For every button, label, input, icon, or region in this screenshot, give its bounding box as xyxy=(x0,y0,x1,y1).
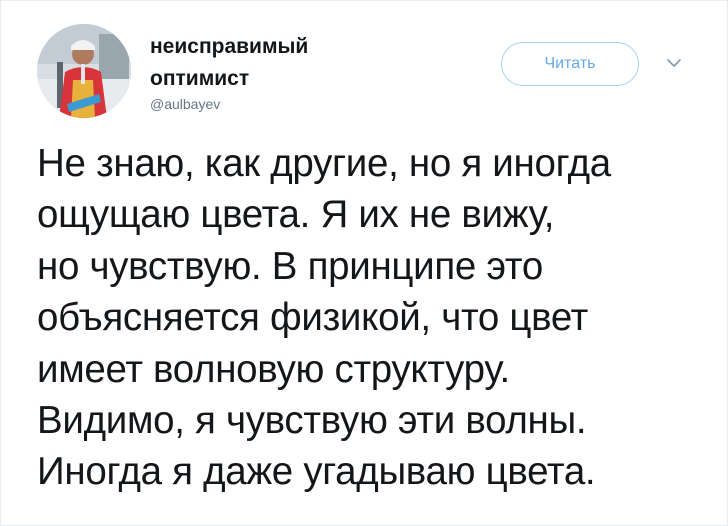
avatar-photo xyxy=(37,24,131,118)
tweet-line: Видимо, я чувствую эти волны. xyxy=(37,399,587,443)
tweet-line: ощущаю цвета. Я их не вижу, xyxy=(37,193,555,237)
follow-button[interactable]: Читать xyxy=(501,42,639,86)
chevron-down-icon[interactable] xyxy=(664,56,684,70)
tweet-text: Не знаю, как другие, но я иногда ощущаю … xyxy=(37,138,717,498)
tweet-line: Иногда я даже угадываю цвета. xyxy=(37,450,596,494)
author-name[interactable]: неисправимый оптимист xyxy=(150,31,380,95)
tweet-line: Не знаю, как другие, но я иногда xyxy=(37,142,611,185)
tweet-line: но чувствую. В принципе это xyxy=(37,244,543,288)
author-handle[interactable]: @aulbayev xyxy=(150,96,220,112)
author-name-line-2: оптимист xyxy=(150,67,250,90)
tweet-line: объясняется физикой, что цвет xyxy=(37,296,589,340)
tweet-line: имеет волновую структуру. xyxy=(37,347,510,391)
avatar[interactable] xyxy=(37,24,131,118)
tweet-card: неисправимый оптимист @aulbayev Читать Н… xyxy=(0,0,728,526)
author-name-line-1: неисправимый xyxy=(150,35,309,58)
